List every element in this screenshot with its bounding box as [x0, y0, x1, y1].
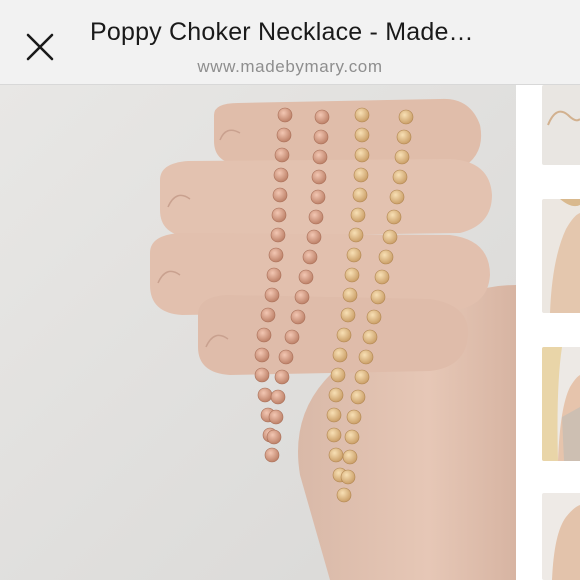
page-url: www.madebymary.com [197, 57, 383, 76]
thumbnail-strip [516, 85, 580, 580]
thumbnail-image-icon [542, 493, 580, 580]
thumbnail-2[interactable] [542, 199, 580, 313]
thumbnail-4[interactable] [542, 493, 580, 580]
top-bar: Poppy Choker Necklace - Made… www.madeby… [0, 0, 580, 85]
hand-necklace-photo [0, 85, 516, 580]
page-title: Poppy Choker Necklace - Made… [90, 18, 474, 46]
thumbnail-1[interactable] [542, 85, 580, 165]
thumbnail-3[interactable] [542, 347, 580, 461]
thumbnail-image-icon [542, 347, 580, 461]
thumbnail-image-icon [542, 85, 580, 165]
thumbnail-image-icon [542, 199, 580, 313]
product-photo[interactable] [0, 85, 516, 580]
